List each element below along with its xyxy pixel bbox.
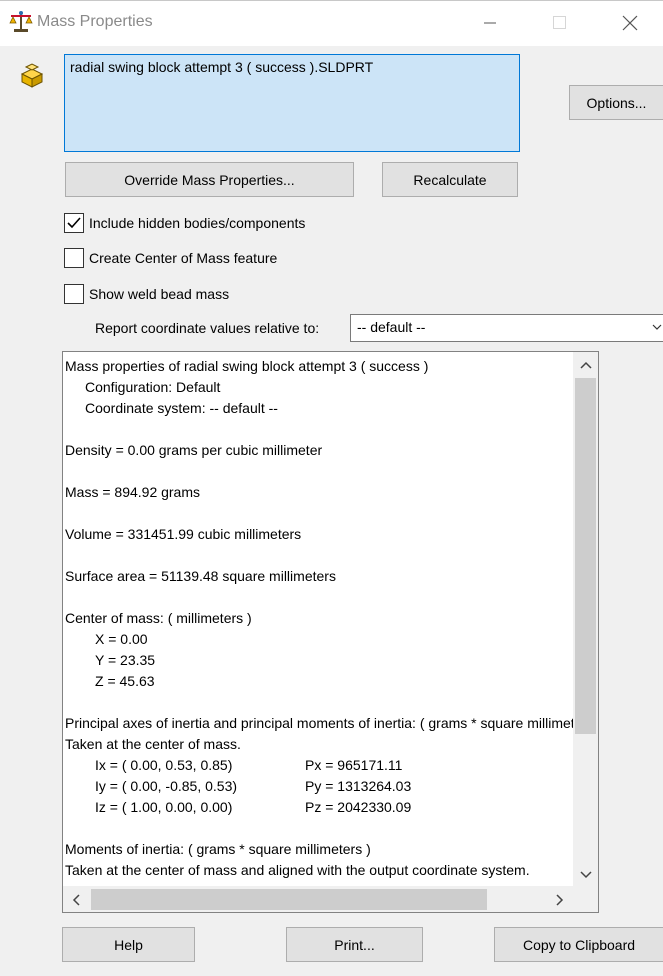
scroll-up-button[interactable] xyxy=(573,352,598,378)
minimize-icon xyxy=(484,22,496,24)
density-line: Density = 0.00 grams per cubic millimete… xyxy=(65,442,323,458)
chevron-up-icon xyxy=(579,361,592,369)
part-selection-list[interactable]: radial swing block attempt 3 ( success )… xyxy=(64,54,520,152)
scroll-down-button[interactable] xyxy=(573,862,598,888)
results-text-area[interactable]: Mass properties of radial swing block at… xyxy=(62,351,599,913)
checkmark-icon xyxy=(67,217,81,229)
moments-of-inertia-subheader: Taken at the center of mass and aligned … xyxy=(65,862,530,878)
principal-axis-vector: Ix = ( 0.00, 0.53, 0.85) xyxy=(95,757,233,773)
chevron-down-icon[interactable] xyxy=(650,320,663,334)
part-name[interactable]: radial swing block attempt 3 ( success )… xyxy=(70,59,514,75)
vertical-scrollbar[interactable] xyxy=(573,352,598,889)
volume-line: Volume = 331451.99 cubic millimeters xyxy=(65,526,302,542)
copy-to-clipboard-button[interactable]: Copy to Clipboard xyxy=(494,927,663,962)
com-z-line: Z = 45.63 xyxy=(95,673,155,689)
help-button[interactable]: Help xyxy=(62,927,195,962)
principal-moment-value: Py = 1313264.03 xyxy=(305,778,412,794)
recalculate-button[interactable]: Recalculate xyxy=(382,162,518,197)
show-weld-bead-checkbox[interactable] xyxy=(64,284,84,304)
show-weld-bead-label: Show weld bead mass xyxy=(89,286,230,302)
principal-moment-value: Pz = 2042330.09 xyxy=(305,799,412,815)
com-x-line: X = 0.00 xyxy=(95,631,148,647)
principal-axis-vector: Iy = ( 0.00, -0.85, 0.53) xyxy=(95,778,238,794)
moments-of-inertia-header: Moments of inertia: ( grams * square mil… xyxy=(65,841,371,857)
center-of-mass-header: Center of mass: ( millimeters ) xyxy=(65,610,252,626)
coordinate-system-value: -- default -- xyxy=(357,319,426,335)
close-icon xyxy=(622,15,638,31)
include-hidden-bodies-option[interactable]: Include hidden bodies/components xyxy=(64,212,305,234)
close-button[interactable] xyxy=(606,8,652,38)
options-button[interactable]: Options... xyxy=(569,85,663,120)
mass-line: Mass = 894.92 grams xyxy=(65,484,201,500)
override-mass-properties-button[interactable]: Override Mass Properties... xyxy=(65,162,354,197)
maximize-icon xyxy=(553,16,566,29)
part-block-icon xyxy=(18,62,46,90)
results-header: Mass properties of radial swing block at… xyxy=(65,358,429,374)
configuration-line: Configuration: Default xyxy=(85,379,221,395)
chevron-right-icon xyxy=(556,893,564,906)
include-hidden-bodies-checkbox[interactable] xyxy=(64,213,84,233)
principal-moment-value: Px = 965171.11 xyxy=(305,757,403,773)
create-com-feature-label: Create Center of Mass feature xyxy=(89,250,278,266)
balance-scale-icon xyxy=(8,10,34,34)
coordinate-system-select[interactable]: -- default -- xyxy=(350,314,663,342)
com-y-line: Y = 23.35 xyxy=(95,652,156,668)
principal-axes-header: Principal axes of inertia and principal … xyxy=(65,715,573,731)
maximize-button[interactable] xyxy=(536,8,582,38)
print-button[interactable]: Print... xyxy=(286,927,423,962)
principal-axis-row: Ix = ( 0.00, 0.53, 0.85) Px = 965171.11 xyxy=(65,755,573,776)
show-weld-bead-option[interactable]: Show weld bead mass xyxy=(64,283,229,305)
create-com-feature-checkbox[interactable] xyxy=(64,248,84,268)
coordinate-label: Report coordinate values relative to: xyxy=(95,320,320,336)
horizontal-scrollbar[interactable] xyxy=(63,886,598,912)
principal-axis-vector: Iz = ( 1.00, 0.00, 0.00) xyxy=(95,799,233,815)
create-com-feature-option[interactable]: Create Center of Mass feature xyxy=(64,247,277,269)
chevron-left-icon xyxy=(72,893,80,906)
scroll-right-button[interactable] xyxy=(547,886,573,912)
principal-axis-row: Iy = ( 0.00, -0.85, 0.53) Py = 1313264.0… xyxy=(65,776,573,797)
include-hidden-bodies-label: Include hidden bodies/components xyxy=(89,215,306,231)
results-text[interactable]: Mass properties of radial swing block at… xyxy=(65,356,573,886)
window-title: Mass Properties xyxy=(37,13,153,30)
coordinate-system-line: Coordinate system: -- default -- xyxy=(85,400,278,416)
horizontal-scroll-thumb[interactable] xyxy=(91,889,487,910)
principal-axis-row: Iz = ( 1.00, 0.00, 0.00) Pz = 2042330.09 xyxy=(65,797,573,818)
scroll-left-button[interactable] xyxy=(63,886,89,912)
surface-area-line: Surface area = 51139.48 square millimete… xyxy=(65,568,336,584)
vertical-scroll-thumb[interactable] xyxy=(575,378,596,734)
minimize-button[interactable] xyxy=(467,8,513,38)
principal-axes-subheader: Taken at the center of mass. xyxy=(65,736,241,752)
chevron-down-icon xyxy=(579,871,592,879)
